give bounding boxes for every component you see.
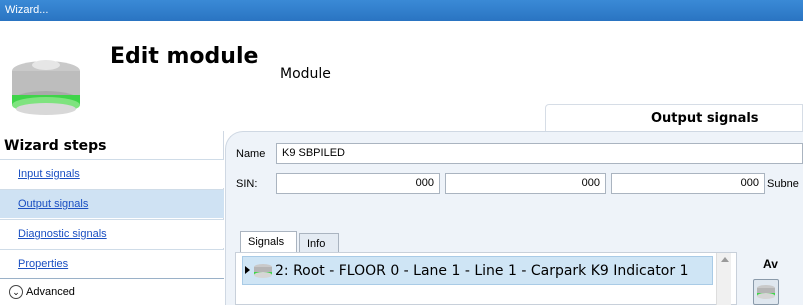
row-expand-arrow-icon[interactable] (245, 266, 250, 274)
tab-info[interactable]: Info (299, 233, 339, 253)
sidebar-item-output-signals[interactable]: Output signals (0, 189, 224, 218)
name-field[interactable]: K9 SBPILED (276, 143, 803, 164)
sin-label: SIN: (236, 178, 258, 190)
scroll-up-arrow-icon[interactable] (721, 257, 729, 262)
page-title: Edit module (110, 44, 259, 69)
tab-label: Signals (248, 236, 285, 248)
list-scrollbar[interactable] (716, 253, 731, 305)
sidebar-item-label: Input signals (18, 168, 80, 180)
sidebar-item-label: Properties (18, 258, 69, 270)
sidebar-title: Wizard steps (4, 138, 107, 154)
sidebar-item-input-signals[interactable]: Input signals (0, 159, 224, 188)
tab-signals[interactable]: Signals (240, 231, 297, 253)
tab-label: Info (307, 238, 326, 250)
wizard-steps-sidebar: Wizard steps Input signals Output signal… (0, 131, 224, 305)
name-label: Name (236, 148, 266, 160)
subnet-label: Subne (767, 178, 799, 190)
list-item[interactable]: 2: Root - FLOOR 0 - Lane 1 - Line 1 - Ca… (242, 256, 713, 285)
sidebar-item-diagnostic-signals[interactable]: Diagnostic signals (0, 219, 224, 248)
sin-field-3[interactable]: 000 (611, 173, 765, 194)
window-title: Wizard... (5, 4, 49, 16)
page-subtitle: Module (280, 66, 331, 82)
sidebar-item-label: Diagnostic signals (18, 228, 107, 240)
sin-field-2[interactable]: 000 (445, 173, 606, 194)
wizard-header: Edit module Module Output signals (0, 21, 803, 131)
indicator-light-icon (757, 285, 775, 299)
signals-list: 2: Root - FLOOR 0 - Lane 1 - Line 1 - Ca… (235, 252, 737, 305)
window-titlebar: Wizard... (0, 0, 803, 21)
chevron-down-circle-icon: ⌄ (9, 285, 23, 299)
section-tab-output-signals: Output signals (545, 104, 803, 131)
sidebar-item-properties[interactable]: Properties (0, 249, 224, 278)
indicator-light-icon[interactable] (753, 279, 779, 305)
sensor-module-icon (12, 60, 80, 115)
available-panel: Av (737, 252, 803, 305)
available-label: Av (763, 257, 778, 271)
sin-field-1[interactable]: 000 (276, 173, 440, 194)
indicator-light-icon (254, 264, 272, 278)
advanced-toggle[interactable]: ⌄ Advanced (0, 278, 224, 305)
signal-path-text: 2: Root - FLOOR 0 - Lane 1 - Line 1 - Ca… (275, 263, 689, 279)
section-tab-label: Output signals (651, 111, 759, 126)
sidebar-item-label: Output signals (18, 198, 89, 210)
advanced-label: Advanced (26, 286, 75, 298)
